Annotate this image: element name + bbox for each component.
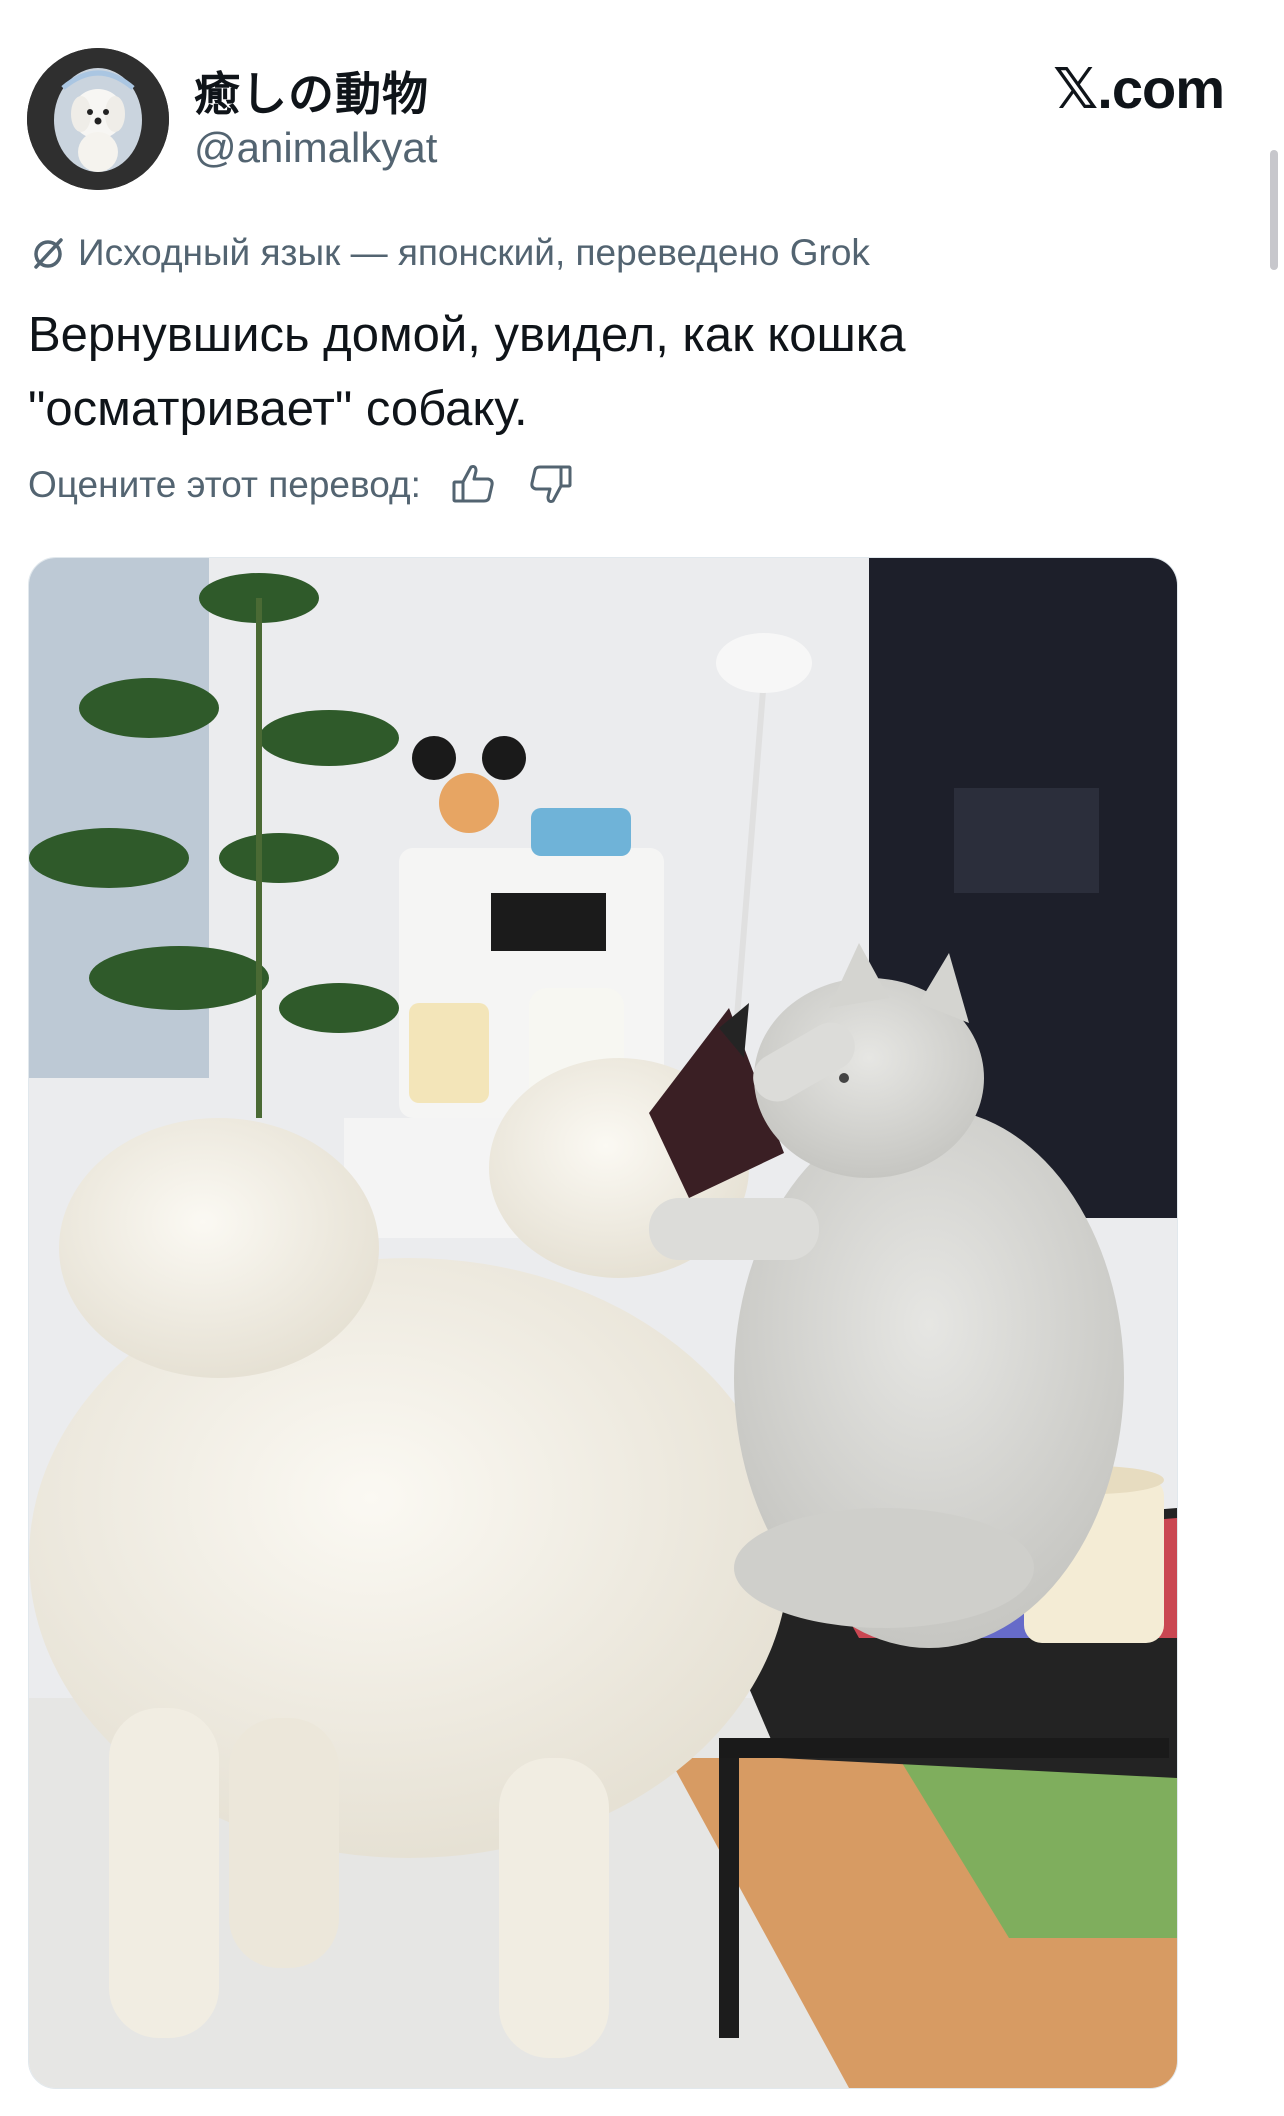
author-handle[interactable]: @animalkyat: [194, 124, 437, 172]
author-avatar[interactable]: [27, 48, 169, 190]
scrollbar[interactable]: [1270, 150, 1278, 270]
author-display-name[interactable]: 癒しの動物: [194, 58, 429, 124]
translate-icon: [28, 233, 68, 273]
thumbs-up-button[interactable]: [449, 460, 499, 510]
dog-photo-avatar-icon: [27, 48, 169, 190]
tweet-screenshot: 癒しの動物 @animalkyat 𝕏.com Исходный язык — …: [0, 0, 1284, 2116]
rate-translation-label: Оцените этот перевод:: [28, 464, 421, 505]
rate-translation-row: Оцените этот перевод:: [28, 460, 577, 510]
thumbs-up-icon: [452, 465, 494, 503]
post-photo[interactable]: [28, 557, 1178, 2089]
thumbs-down-icon: [530, 465, 572, 503]
site-logo: 𝕏.com: [1053, 57, 1225, 120]
translation-note-text: Исходный язык — японский, переведено Gro…: [78, 232, 870, 273]
post-text: Вернувшись домой, увидел, как кошка "осм…: [28, 308, 906, 436]
cat-and-dog-photo: [29, 558, 1177, 2088]
thumbs-down-button[interactable]: [527, 460, 577, 510]
translation-note: Исходный язык — японский, переведено Gro…: [28, 232, 870, 274]
